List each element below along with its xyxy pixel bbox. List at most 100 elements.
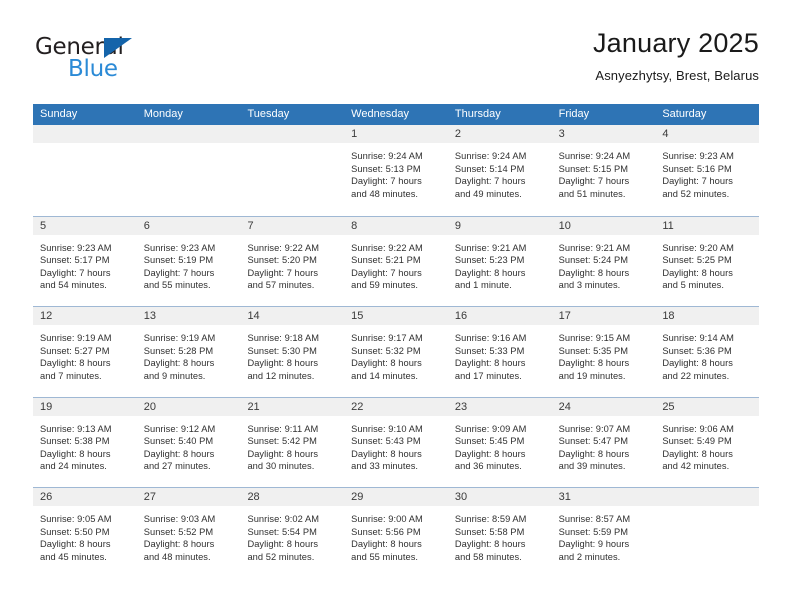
page-title: January 2025 <box>592 28 759 58</box>
day-detail-line: Daylight: 8 hours <box>143 358 215 369</box>
day-details: Sunrise: 9:17 AM Sunset: 5:32 PM Daylight:… <box>344 326 448 382</box>
day-details: Sunrise: 9:03 AM Sunset: 5:52 PM Daylight:… <box>137 507 241 563</box>
day-number-strip: 26 <box>33 488 137 507</box>
day-details: Sunrise: 9:13 AM Sunset: 5:38 PM Daylight:… <box>33 417 137 473</box>
day-detail-line: Sunrise: 9:03 AM <box>143 514 216 524</box>
day-detail-line: Sunset: 5:14 PM <box>454 163 525 174</box>
weekday-header-row: Sunday Monday Tuesday Wednesday Thursday Frid… <box>33 104 759 125</box>
day-detail-line: Sunrise: 9:23 AM <box>143 242 216 253</box>
day-cell-15[interactable]: 15 Sunrise: 9:17 AM Sunset: 5:32 PM Dayligh… <box>344 307 448 397</box>
day-details: Sunrise: 9:19 AM Sunset: 5:28 PM Daylight:… <box>137 326 241 382</box>
day-cell-26[interactable]: 26 Sunrise: 9:05 AM Sunset: 5:50 PM Dayligh… <box>33 488 137 578</box>
day-detail-line: Sunrise: 8:57 AM <box>558 514 631 524</box>
day-cell-9[interactable]: 9 Sunrise: 9:21 AM Sunset: 5:23 PM Daylight… <box>447 216 552 306</box>
day-cell-20[interactable]: 20 Sunrise: 9:12 AM Sunset: 5:40 PM Dayligh… <box>136 397 241 487</box>
day-detail-line: Sunrise: 9:05 AM <box>40 514 112 524</box>
day-detail-line: Sunrise: 9:24 AM <box>454 151 527 161</box>
day-cell-23[interactable]: 23 Sunrise: 9:09 AM Sunset: 5:45 PM Dayligh… <box>447 397 552 487</box>
day-details: Sunrise: 9:14 AM Sunset: 5:36 PM Daylight:… <box>655 326 759 382</box>
day-cell-12[interactable]: 12 Sunrise: 9:19 AM Sunset: 5:27 PM Dayligh… <box>33 307 137 397</box>
day-details <box>240 144 344 150</box>
day-cell-17[interactable]: 17 Sunrise: 9:15 AM Sunset: 5:35 PM Dayligh… <box>551 307 656 397</box>
day-detail-line: Sunset: 5:17 PM <box>40 255 110 266</box>
day-cell-22[interactable]: 22 Sunrise: 9:10 AM Sunset: 5:43 PM Dayligh… <box>344 397 448 487</box>
day-number-strip: 6 <box>136 216 241 236</box>
day-cell-5[interactable]: 5 Sunrise: 9:23 AM Sunset: 5:17 PM Daylight… <box>33 216 137 306</box>
day-details: Sunrise: 9:23 AM Sunset: 5:19 PM Daylight:… <box>137 236 241 292</box>
day-cell-31[interactable]: 31 Sunrise: 8:57 AM Sunset: 5:59 PM Dayligh… <box>551 488 656 578</box>
day-cell-2[interactable]: 2 Sunrise: 9:24 AM Sunset: 5:14 PM Daylight… <box>447 125 552 216</box>
day-detail-line: Sunset: 5:38 PM <box>40 436 110 447</box>
day-cell-21[interactable]: 21 Sunrise: 9:11 AM Sunset: 5:42 PM Dayligh… <box>240 397 345 487</box>
day-number-strip: 4 <box>655 125 760 144</box>
day-cell-11[interactable]: 11 Sunrise: 9:20 AM Sunset: 5:25 PM Dayligh… <box>655 216 760 306</box>
day-detail-line: and 5 minutes. <box>662 280 724 291</box>
day-detail-line: Sunrise: 9:09 AM <box>454 423 527 434</box>
day-detail-line: Sunset: 5:36 PM <box>662 345 732 356</box>
day-number: 19 <box>40 400 53 413</box>
calendar-grid: Sunday Monday Tuesday Wednesday Thursday Frid… <box>33 104 760 578</box>
day-number-strip: 11 <box>655 216 760 236</box>
day-number: 10 <box>558 219 571 232</box>
generalblue-logo[interactable]: General Blue <box>35 34 195 90</box>
day-details: Sunrise: 9:09 AM Sunset: 5:45 PM Daylight:… <box>448 417 552 473</box>
day-cell-29[interactable]: 29 Sunrise: 9:00 AM Sunset: 5:56 PM Dayligh… <box>344 488 448 578</box>
day-detail-line: and 55 minutes. <box>351 551 419 562</box>
day-number: 13 <box>143 310 156 322</box>
title-block: January 2025 Asnyezhytsy, Brest, Belarus <box>593 26 759 85</box>
day-detail-line: Daylight: 8 hours <box>662 448 733 459</box>
day-number: 12 <box>40 310 53 322</box>
day-cell-4[interactable]: 4 Sunrise: 9:23 AM Sunset: 5:16 PM Daylight… <box>655 125 760 216</box>
day-detail-line: Sunrise: 9:00 AM <box>351 514 423 524</box>
day-detail-line: Sunset: 5:25 PM <box>662 255 732 266</box>
day-detail-line: Daylight: 7 hours <box>143 267 215 278</box>
day-cell-1[interactable]: 1 Sunrise: 9:24 AM Sunset: 5:13 PM Daylight… <box>344 125 448 216</box>
day-number: 22 <box>351 400 364 413</box>
day-cell-13[interactable]: 13 Sunrise: 9:19 AM Sunset: 5:28 PM Dayligh… <box>136 307 241 397</box>
day-cell-19[interactable]: 19 Sunrise: 9:13 AM Sunset: 5:38 PM Dayligh… <box>33 397 137 487</box>
day-detail-line: and 54 minutes. <box>40 280 107 291</box>
day-number: 9 <box>454 219 461 232</box>
day-cell-8[interactable]: 8 Sunrise: 9:22 AM Sunset: 5:21 PM Daylight… <box>344 216 448 306</box>
day-cell-28[interactable]: 28 Sunrise: 9:02 AM Sunset: 5:54 PM Dayligh… <box>240 488 345 578</box>
day-cell-25[interactable]: 25 Sunrise: 9:06 AM Sunset: 5:49 PM Dayligh… <box>655 397 760 487</box>
day-detail-line: Sunrise: 9:02 AM <box>247 514 320 524</box>
day-detail-line: Daylight: 8 hours <box>40 358 111 369</box>
day-detail-line: Sunrise: 9:20 AM <box>662 242 734 253</box>
day-detail-line: and 45 minutes. <box>40 551 107 562</box>
day-cell-18[interactable]: 18 Sunrise: 9:14 AM Sunset: 5:36 PM Dayligh… <box>655 307 760 397</box>
day-detail-line: Sunset: 5:20 PM <box>247 255 317 266</box>
day-number: 24 <box>558 400 571 413</box>
day-number-strip: 31 <box>551 488 656 507</box>
day-detail-line: Sunrise: 9:21 AM <box>558 242 631 253</box>
day-cell-27[interactable]: 27 Sunrise: 9:03 AM Sunset: 5:52 PM Dayligh… <box>136 488 241 578</box>
page-subtitle: Asnyezhytsy, Brest, Belarus <box>595 68 759 83</box>
day-detail-line: Sunset: 5:13 PM <box>351 163 421 174</box>
day-details: Sunrise: 9:10 AM Sunset: 5:43 PM Daylight:… <box>344 417 448 473</box>
day-number: 26 <box>40 491 53 503</box>
day-details <box>655 507 759 513</box>
day-number: 31 <box>558 491 571 503</box>
day-number-strip: 8 <box>344 216 448 236</box>
day-detail-line: Daylight: 8 hours <box>40 539 111 550</box>
day-detail-line: Daylight: 8 hours <box>558 448 630 459</box>
day-number-strip: 19 <box>33 397 137 417</box>
day-details: Sunrise: 9:06 AM Sunset: 5:49 PM Daylight:… <box>655 417 759 473</box>
day-cell-3[interactable]: 3 Sunrise: 9:24 AM Sunset: 5:15 PM Daylight… <box>551 125 656 216</box>
day-cell-10[interactable]: 10 Sunrise: 9:21 AM Sunset: 5:24 PM Dayligh… <box>551 216 656 306</box>
day-detail-line: and 22 minutes. <box>662 370 730 381</box>
day-details: Sunrise: 9:11 AM Sunset: 5:42 PM Daylight:… <box>240 417 344 473</box>
day-detail-line: Sunset: 5:16 PM <box>662 163 732 174</box>
day-cell-24[interactable]: 24 Sunrise: 9:07 AM Sunset: 5:47 PM Dayligh… <box>551 397 656 487</box>
day-detail-line: Sunset: 5:23 PM <box>454 255 525 266</box>
day-cell-14[interactable]: 14 Sunrise: 9:18 AM Sunset: 5:30 PM Dayligh… <box>240 307 345 397</box>
day-number: 2 <box>454 128 461 140</box>
day-number-strip <box>136 125 241 144</box>
day-cell-30[interactable]: 30 Sunrise: 8:59 AM Sunset: 5:58 PM Dayligh… <box>447 488 552 578</box>
day-number-strip: 24 <box>551 397 656 417</box>
calendar-week-row: 5 Sunrise: 9:23 AM Sunset: 5:17 PM Daylight… <box>33 215 760 306</box>
day-cell-16[interactable]: 16 Sunrise: 9:16 AM Sunset: 5:33 PM Dayligh… <box>447 307 552 397</box>
day-cell-6[interactable]: 6 Sunrise: 9:23 AM Sunset: 5:19 PM Daylight… <box>136 216 241 306</box>
day-detail-line: Daylight: 7 hours <box>454 176 526 187</box>
day-cell-7[interactable]: 7 Sunrise: 9:22 AM Sunset: 5:20 PM Daylight… <box>240 216 345 306</box>
